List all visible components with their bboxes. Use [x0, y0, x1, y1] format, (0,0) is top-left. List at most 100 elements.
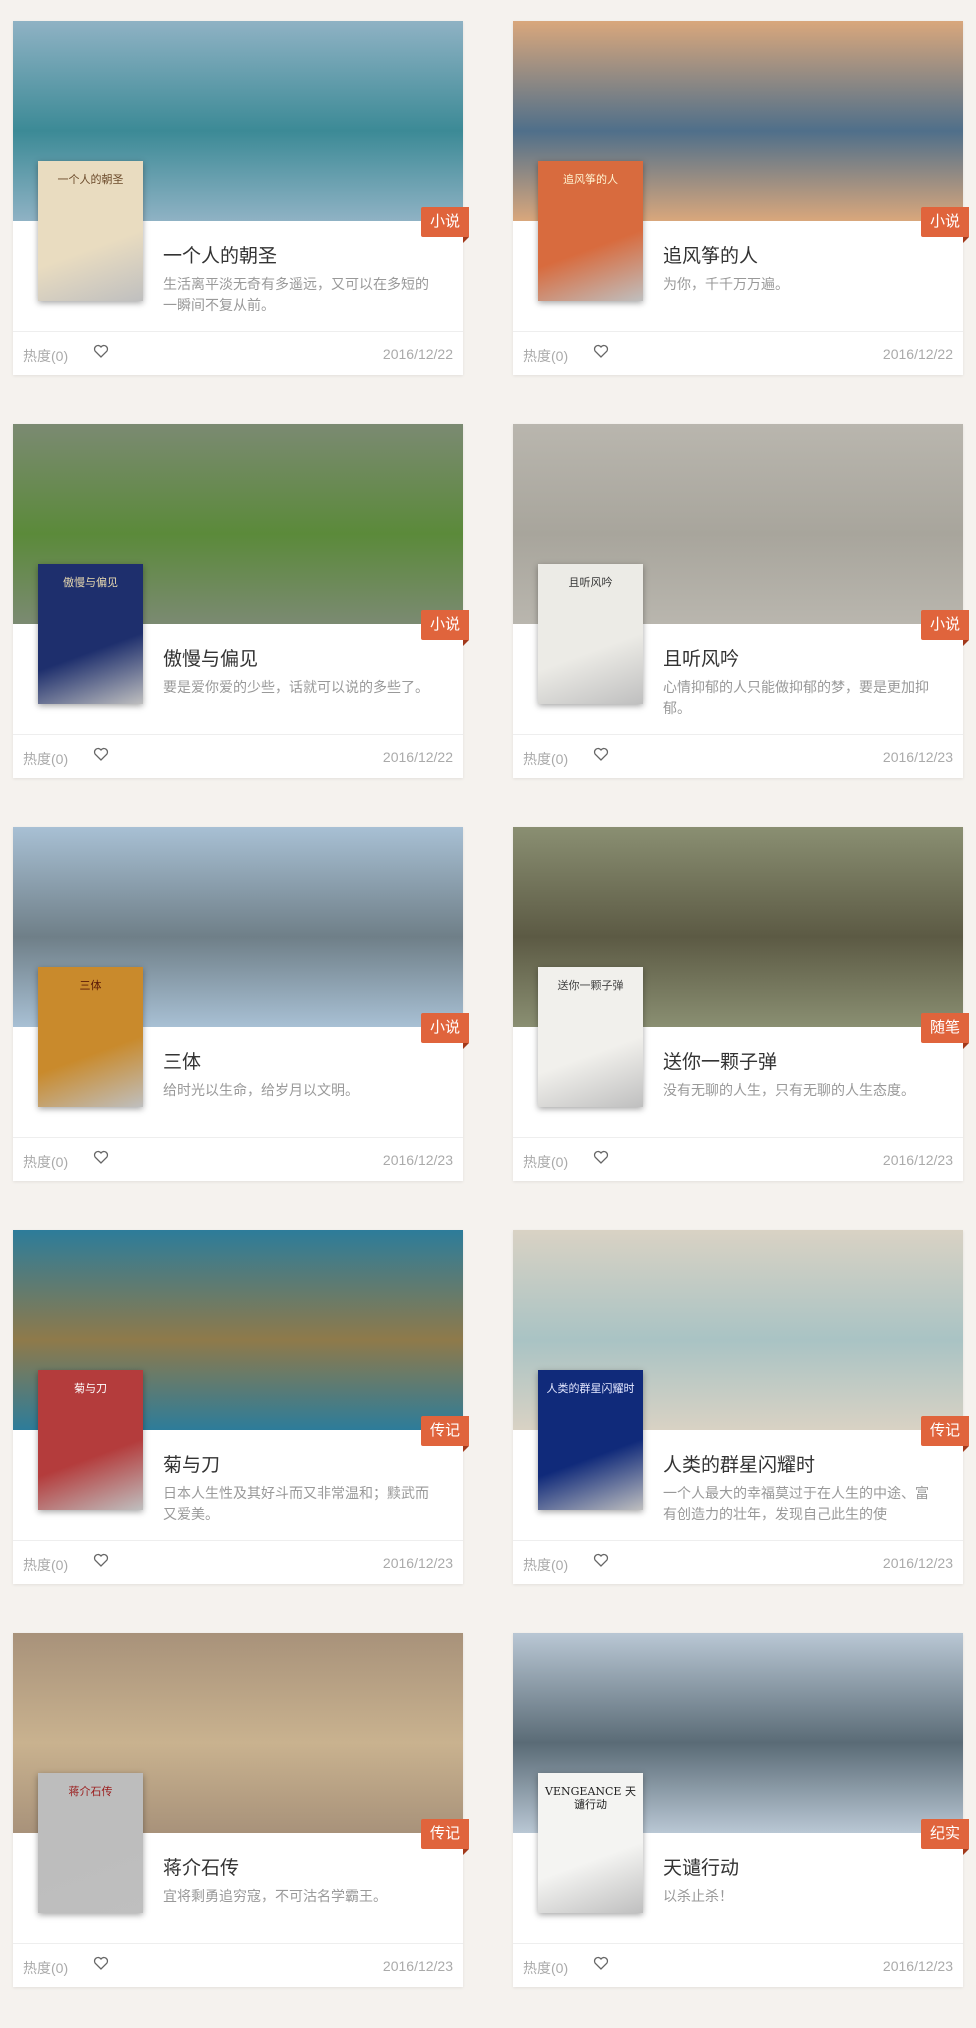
book-cover[interactable]: 菊与刀	[38, 1370, 143, 1510]
heart-outline-icon[interactable]	[93, 1149, 109, 1165]
book-cover[interactable]: 追风筝的人	[538, 161, 643, 301]
cover-title: 三体	[79, 979, 102, 992]
cover-title: 人类的群星闪耀时	[546, 1382, 635, 1395]
book-description: 生活离平淡无奇有多遥远，又可以在多短的一瞬间不复从前。	[163, 276, 429, 313]
heart-outline-icon-svg	[593, 344, 609, 358]
heart-outline-icon[interactable]	[93, 343, 109, 359]
heart-outline-icon[interactable]	[593, 1149, 609, 1165]
heart-outline-icon[interactable]	[593, 343, 609, 359]
book-card[interactable]: 送你一颗子弹 随笔 送你一颗子弹 没有无聊的人生，只有无聊的人生态度。 热度(0…	[513, 827, 970, 1182]
cover-title: 傲慢与偏见	[63, 576, 118, 589]
book-title[interactable]: 蒋介石传	[163, 1853, 239, 1880]
heart-outline-icon[interactable]	[593, 1955, 609, 1971]
category-tag[interactable]: 传记	[420, 1819, 470, 1855]
heart-outline-icon-svg	[93, 1150, 109, 1164]
book-description: 要是爱你爱的少些，话就可以说的多些了。	[163, 679, 429, 695]
book-cover[interactable]: VENGEANCE 天谴行动	[538, 1773, 643, 1913]
book-title[interactable]: 人类的群星闪耀时	[663, 1450, 815, 1477]
publish-date: 2016/12/23	[882, 1555, 953, 1571]
heart-outline-icon-svg	[93, 344, 109, 358]
publish-date: 2016/12/22	[382, 749, 453, 765]
heart-outline-icon-svg	[93, 1956, 109, 1970]
card-footer: 热度(0) 2016/12/23	[513, 734, 963, 779]
book-title[interactable]: 送你一颗子弹	[663, 1047, 777, 1074]
cover-title: 一个人的朝圣	[57, 173, 124, 186]
book-cover[interactable]: 且听风吟	[538, 564, 643, 704]
book-card[interactable]: 人类的群星闪耀时 传记 人类的群星闪耀时 一个人最大的幸福莫过于在人生的中途、富…	[513, 1230, 970, 1585]
publish-date: 2016/12/23	[382, 1555, 453, 1571]
publish-date: 2016/12/22	[382, 346, 453, 362]
publish-date: 2016/12/23	[882, 1958, 953, 1974]
card-footer: 热度(0) 2016/12/22	[13, 331, 463, 376]
cover-title: VENGEANCE 天谴行动	[545, 1785, 636, 1811]
heart-outline-icon[interactable]	[593, 1552, 609, 1568]
heat-count: 热度(0)	[23, 1154, 69, 1170]
book-cover[interactable]: 一个人的朝圣	[38, 161, 143, 301]
book-card[interactable]: 追风筝的人 小说 追风筝的人 为你，千千万万遍。 热度(0) 2016/12/2…	[513, 21, 970, 376]
cover-title: 且听风吟	[568, 576, 613, 589]
book-cover[interactable]: 蒋介石传	[38, 1773, 143, 1913]
category-tag[interactable]: 小说	[420, 1013, 470, 1049]
book-cover[interactable]: 三体	[38, 967, 143, 1107]
card-footer: 热度(0) 2016/12/23	[513, 1540, 963, 1585]
category-tag[interactable]: 随笔	[920, 1013, 970, 1049]
cover-title: 蒋介石传	[68, 1785, 113, 1798]
book-title[interactable]: 且听风吟	[663, 644, 739, 671]
category-tag[interactable]: 小说	[920, 610, 970, 646]
book-card[interactable]: 蒋介石传 传记 蒋介石传 宜将剩勇追穷寇，不可沽名学霸王。 热度(0) 2016…	[13, 1633, 470, 1988]
heart-outline-icon[interactable]	[93, 746, 109, 762]
book-description: 一个人最大的幸福莫过于在人生的中途、富有创造力的壮年，发现自己此生的使	[663, 1485, 929, 1522]
category-tag[interactable]: 传记	[420, 1416, 470, 1452]
book-grid: 一个人的朝圣 小说 一个人的朝圣 生活离平淡无奇有多遥远，又可以在多短的一瞬间不…	[0, 0, 976, 2028]
heat-count: 热度(0)	[523, 348, 569, 364]
card-footer: 热度(0) 2016/12/23	[13, 1943, 463, 1988]
book-title[interactable]: 追风筝的人	[663, 241, 758, 268]
book-title[interactable]: 天谴行动	[663, 1853, 739, 1880]
cover-title: 送你一颗子弹	[557, 979, 624, 992]
book-title[interactable]: 三体	[163, 1047, 201, 1074]
book-card[interactable]: 傲慢与偏见 小说 傲慢与偏见 要是爱你爱的少些，话就可以说的多些了。 热度(0)…	[13, 424, 470, 778]
book-card[interactable]: 三体 小说 三体 给时光以生命，给岁月以文明。 热度(0) 2016/12/23	[13, 827, 470, 1182]
book-card[interactable]: 菊与刀 传记 菊与刀 日本人生性及其好斗而又非常温和；黩武而又爱美。 热度(0)…	[13, 1230, 470, 1585]
cover-title: 追风筝的人	[563, 173, 618, 186]
book-description: 心情抑郁的人只能做抑郁的梦，要是更加抑郁。	[663, 679, 929, 716]
heart-outline-icon-svg	[593, 1150, 609, 1164]
card-footer: 热度(0) 2016/12/23	[513, 1137, 963, 1182]
book-description: 宜将剩勇追穷寇，不可沽名学霸王。	[163, 1888, 387, 1904]
category-tag[interactable]: 小说	[420, 610, 470, 646]
book-card[interactable]: 一个人的朝圣 小说 一个人的朝圣 生活离平淡无奇有多遥远，又可以在多短的一瞬间不…	[13, 21, 470, 376]
cover-title: 菊与刀	[74, 1382, 107, 1395]
book-card[interactable]: VENGEANCE 天谴行动 纪实 天谴行动 以杀止杀！ 热度(0) 2016/…	[513, 1633, 970, 1988]
publish-date: 2016/12/23	[382, 1958, 453, 1974]
book-title[interactable]: 一个人的朝圣	[163, 241, 277, 268]
card-footer: 热度(0) 2016/12/23	[13, 1137, 463, 1182]
book-cover[interactable]: 送你一颗子弹	[538, 967, 643, 1107]
heart-outline-icon-svg	[93, 747, 109, 761]
heat-count: 热度(0)	[523, 1557, 569, 1573]
publish-date: 2016/12/23	[882, 749, 953, 765]
heart-outline-icon-svg	[593, 747, 609, 761]
book-card[interactable]: 且听风吟 小说 且听风吟 心情抑郁的人只能做抑郁的梦，要是更加抑郁。 热度(0)…	[513, 424, 970, 779]
category-tag[interactable]: 小说	[420, 207, 470, 243]
category-tag[interactable]: 纪实	[920, 1819, 970, 1855]
heart-outline-icon[interactable]	[93, 1955, 109, 1971]
heat-count: 热度(0)	[23, 751, 69, 767]
heart-outline-icon[interactable]	[93, 1552, 109, 1568]
book-title[interactable]: 傲慢与偏见	[163, 644, 258, 671]
heat-count: 热度(0)	[23, 1960, 69, 1976]
book-cover[interactable]: 傲慢与偏见	[38, 564, 143, 704]
card-footer: 热度(0) 2016/12/22	[513, 331, 963, 376]
category-tag[interactable]: 小说	[920, 207, 970, 243]
heat-count: 热度(0)	[523, 1154, 569, 1170]
publish-date: 2016/12/23	[382, 1152, 453, 1168]
heart-outline-icon-svg	[593, 1553, 609, 1567]
book-description: 给时光以生命，给岁月以文明。	[163, 1082, 359, 1098]
card-footer: 热度(0) 2016/12/23	[13, 1540, 463, 1585]
card-footer: 热度(0) 2016/12/23	[513, 1943, 963, 1988]
book-title[interactable]: 菊与刀	[163, 1450, 220, 1477]
heat-count: 热度(0)	[523, 1960, 569, 1976]
book-cover[interactable]: 人类的群星闪耀时	[538, 1370, 643, 1510]
book-description: 没有无聊的人生，只有无聊的人生态度。	[663, 1082, 915, 1098]
category-tag[interactable]: 传记	[920, 1416, 970, 1452]
heart-outline-icon[interactable]	[593, 746, 609, 762]
